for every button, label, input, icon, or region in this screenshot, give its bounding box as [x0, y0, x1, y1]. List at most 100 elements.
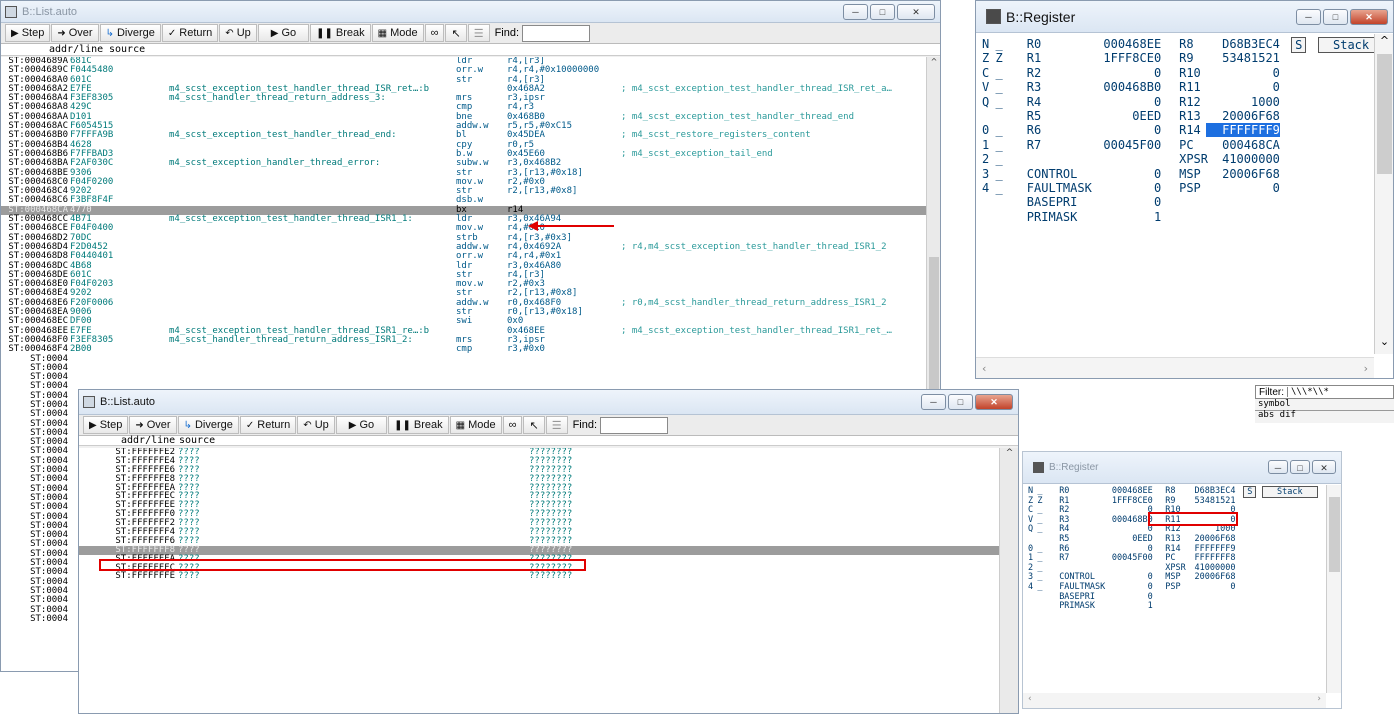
mode-button[interactable]: ▦ Mode	[371, 24, 424, 42]
label: Diverge	[194, 419, 233, 431]
go-button[interactable]: ▶ Go	[335, 416, 388, 434]
find-icon: ☰	[551, 419, 562, 432]
register-name: R9	[1179, 51, 1194, 66]
stack-button[interactable]: Stack	[1262, 486, 1318, 498]
table-row[interactable]: ST:0004	[1, 363, 926, 373]
step-button[interactable]: ▶ Step	[5, 24, 51, 42]
minimize-button[interactable]: ─	[1268, 460, 1288, 474]
row-address: ST:0004	[30, 613, 68, 624]
diverge-button[interactable]: ↳ Diverge	[177, 416, 239, 434]
maximize-button[interactable]: □	[1290, 460, 1310, 474]
filter-input[interactable]: \\\*\\*	[1287, 387, 1329, 397]
return-button[interactable]: ✓ Return	[161, 24, 219, 42]
title-bar[interactable]: B::Register ─ □ ✕	[976, 1, 1393, 33]
label: Over	[68, 27, 93, 39]
register-name: R13	[1179, 109, 1201, 123]
horizontal-scrollbar[interactable]: ‹ ›	[976, 357, 1374, 378]
flag-name: 0	[982, 123, 990, 138]
title-bar[interactable]: B::List.auto ─ □ ✕	[79, 390, 1018, 415]
find-input[interactable]	[600, 416, 669, 434]
view-icon-button[interactable]: ∞	[502, 416, 523, 434]
track-button[interactable]: ↖	[523, 416, 545, 434]
col-source[interactable]: source	[109, 44, 145, 56]
view-icon-button[interactable]: ∞	[424, 24, 445, 42]
table-row[interactable]: ST:FFFFFFFE????????????	[79, 572, 999, 581]
register-value: 0	[1153, 94, 1162, 109]
register-name: PSP	[1179, 181, 1201, 195]
close-button[interactable]: ✕	[1350, 9, 1388, 25]
register-value: 000468CA	[1222, 137, 1280, 152]
over-button[interactable]: ➜ Over	[51, 24, 99, 42]
break-button[interactable]: ❚❚ Break	[310, 24, 371, 42]
label: Step	[99, 419, 123, 431]
flag-name: 4	[1028, 582, 1034, 592]
register-value: 0EED	[1132, 534, 1153, 544]
arrow-head-icon	[528, 221, 538, 231]
register-value: 41000000	[1194, 562, 1236, 573]
break-button[interactable]: ❚❚ Break	[388, 416, 449, 434]
col-addr-line[interactable]: addr/line	[49, 44, 103, 56]
flag-name: 2	[1028, 562, 1034, 573]
flag-name: Q	[982, 94, 990, 109]
table-row[interactable]: ST:0004	[1, 354, 926, 364]
vertical-scrollbar[interactable]	[1326, 485, 1341, 693]
scroll-thumb[interactable]	[1329, 497, 1340, 572]
find-toggle-button[interactable]: ☰	[545, 416, 568, 434]
over-icon: ➜	[135, 419, 144, 431]
vertical-scrollbar[interactable]: ^	[999, 448, 1018, 713]
window-icon	[1033, 462, 1044, 473]
minimize-button[interactable]: ─	[843, 4, 868, 20]
track-button[interactable]: ↖	[445, 24, 467, 42]
up-button[interactable]: ↶ Up	[219, 24, 257, 42]
filter-item[interactable]: abs dif	[1255, 411, 1394, 420]
find-input[interactable]	[522, 24, 591, 42]
register-name: CONTROL	[1026, 166, 1078, 181]
scroll-thumb[interactable]	[1377, 54, 1392, 174]
flag-value: _	[1037, 486, 1043, 496]
col-source[interactable]: source	[179, 436, 215, 446]
disassembly-list[interactable]: ST:FFFFFFE2???????????? ST:FFFFFFE4??????…	[79, 448, 999, 713]
title-bar[interactable]: B::Register ─ □ ✕	[1023, 452, 1341, 484]
window-title: B::List.auto	[100, 396, 156, 408]
title-bar[interactable]: B::List.auto ─ □ ✕	[1, 1, 940, 23]
register-value: 000468EE	[1103, 37, 1162, 51]
register-name: R6	[1059, 543, 1070, 554]
mode-button[interactable]: ▦ Mode	[449, 416, 502, 434]
go-button[interactable]: ▶ Go	[257, 24, 310, 42]
scroll-up-arrow[interactable]: ^	[1000, 448, 1018, 458]
col-addr-line[interactable]: addr/line	[121, 436, 175, 446]
over-button[interactable]: ➜ Over	[129, 416, 177, 434]
register-name: R6	[1026, 123, 1042, 138]
row-comment: ; m4_scst_restore_registers_content	[621, 130, 811, 141]
table-row[interactable]: ST:000468F4 2B00 cmp r3,#0x0	[1, 344, 926, 354]
close-button[interactable]: ✕	[897, 4, 935, 20]
s-button[interactable]: S	[1291, 37, 1307, 53]
close-button[interactable]: ✕	[975, 394, 1013, 410]
flag-name: 2	[982, 152, 990, 167]
flag-name: 1	[982, 137, 990, 152]
up-button[interactable]: ↶ Up	[297, 416, 335, 434]
vertical-scrollbar[interactable]: ^ ⌄	[1374, 34, 1393, 354]
scroll-up-arrow[interactable]: ^	[927, 57, 940, 66]
label: Mode	[468, 419, 496, 431]
scroll-up-arrow[interactable]: ^	[1375, 34, 1393, 47]
return-button[interactable]: ✓ Return	[239, 416, 297, 434]
table-row[interactable]: ST:0004	[1, 372, 926, 382]
close-button[interactable]: ✕	[1312, 460, 1336, 474]
diverge-button[interactable]: ↳ Diverge	[99, 24, 161, 42]
flag-value: _	[995, 94, 1003, 109]
flag-value: _	[1037, 514, 1043, 525]
go-icon: ▶	[348, 419, 357, 431]
maximize-button[interactable]: □	[870, 4, 895, 20]
minimize-button[interactable]: ─	[921, 394, 946, 410]
maximize-button[interactable]: □	[948, 394, 973, 410]
step-button[interactable]: ▶ Step	[83, 416, 129, 434]
minimize-button[interactable]: ─	[1296, 9, 1321, 25]
label: Up	[236, 27, 251, 39]
scroll-down-arrow[interactable]: ⌄	[1375, 335, 1393, 348]
maximize-button[interactable]: □	[1323, 9, 1348, 25]
register-value: 20006F68	[1194, 572, 1236, 583]
find-toggle-button[interactable]: ☰	[467, 24, 490, 42]
horizontal-scrollbar[interactable]: ‹ ›	[1023, 693, 1326, 708]
s-button[interactable]: S	[1243, 486, 1257, 498]
